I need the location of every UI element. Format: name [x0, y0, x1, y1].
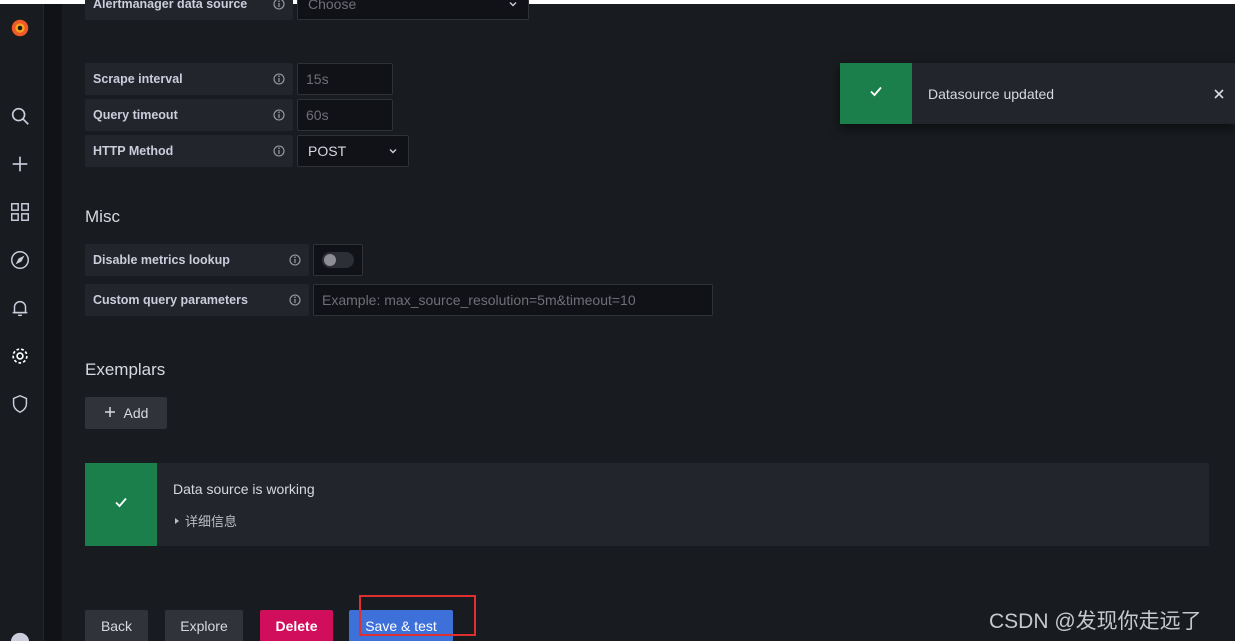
alertmanager-label: Alertmanager data source	[85, 0, 293, 20]
alerting-bell-icon[interactable]	[8, 296, 32, 320]
scrape-interval-row: Scrape interval 15s	[85, 63, 393, 95]
http-method-label: HTTP Method	[85, 135, 293, 167]
back-button[interactable]: Back	[85, 610, 148, 641]
dashboards-icon[interactable]	[8, 200, 32, 224]
info-icon[interactable]	[273, 145, 285, 157]
explore-compass-icon[interactable]	[8, 248, 32, 272]
caret-right-icon	[173, 513, 181, 528]
toast-message: Datasource updated	[928, 85, 1055, 102]
disable-metrics-lookup-toggle-box	[313, 244, 363, 276]
delete-button[interactable]: Delete	[260, 610, 333, 641]
custom-query-parameters-label: Custom query parameters	[85, 284, 309, 316]
info-icon[interactable]	[273, 0, 285, 10]
search-icon[interactable]	[8, 104, 32, 128]
toggle-knob	[324, 254, 336, 266]
chevron-down-icon	[388, 143, 398, 159]
disable-metrics-lookup-row: Disable metrics lookup	[85, 244, 363, 276]
disable-metrics-lookup-label: Disable metrics lookup	[85, 244, 309, 276]
alert-body: Data source is working 详细信息	[157, 463, 331, 546]
http-method-row: HTTP Method POST	[85, 135, 409, 167]
shield-icon[interactable]	[8, 392, 32, 416]
misc-section-title: Misc	[85, 207, 120, 226]
info-icon[interactable]	[273, 109, 285, 121]
info-icon[interactable]	[273, 73, 285, 85]
datasource-updated-toast: Datasource updated	[840, 63, 1235, 124]
grafana-logo-icon[interactable]	[8, 16, 32, 40]
checkmark-icon	[868, 83, 884, 104]
plus-icon	[104, 405, 116, 421]
configuration-gear-icon[interactable]	[8, 344, 32, 368]
add-exemplar-button[interactable]: Add	[85, 397, 167, 429]
query-timeout-input[interactable]: 60s	[297, 99, 393, 131]
alert-icon-box	[85, 463, 157, 546]
scrape-interval-input[interactable]: 15s	[297, 63, 393, 95]
disable-metrics-lookup-toggle[interactable]	[322, 252, 354, 268]
datasource-working-alert: Data source is working 详细信息	[85, 463, 1209, 546]
explore-button[interactable]: Explore	[165, 610, 243, 641]
exemplars-section-title: Exemplars	[85, 360, 166, 379]
custom-query-parameters-row: Custom query parameters Example: max_sou…	[85, 284, 713, 316]
csdn-watermark: CSDN @发现你走远了	[989, 610, 1202, 633]
alertmanager-select[interactable]: Choose	[297, 0, 529, 20]
highlight-annotation-box	[359, 595, 476, 636]
chevron-down-icon	[508, 0, 518, 12]
alert-details-toggle[interactable]: 详细信息	[173, 511, 315, 530]
plus-icon[interactable]	[8, 152, 32, 176]
scrape-interval-label: Scrape interval	[85, 63, 293, 95]
info-icon[interactable]	[289, 254, 301, 266]
toast-icon-box	[840, 63, 912, 124]
page-gutter	[44, 4, 62, 641]
checkmark-icon	[113, 494, 129, 515]
http-method-select[interactable]: POST	[297, 135, 409, 167]
user-avatar-icon[interactable]	[8, 630, 32, 641]
alert-title: Data source is working	[173, 481, 315, 497]
query-timeout-row: Query timeout 60s	[85, 99, 393, 131]
info-icon[interactable]	[289, 294, 301, 306]
query-timeout-label: Query timeout	[85, 99, 293, 131]
custom-query-parameters-input[interactable]: Example: max_source_resolution=5m&timeou…	[313, 284, 713, 316]
close-icon[interactable]	[1203, 88, 1235, 100]
alertmanager-row: Alertmanager data source Choose	[85, 0, 529, 20]
sidebar	[0, 4, 44, 641]
